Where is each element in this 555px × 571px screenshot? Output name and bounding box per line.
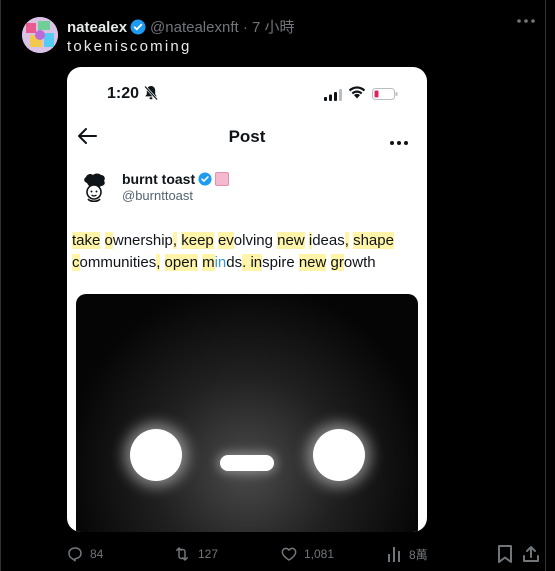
column-border-right (545, 0, 546, 571)
post-more-icon[interactable] (389, 133, 409, 151)
quoted-author-handle[interactable]: @burnttoast (122, 188, 193, 203)
reply-icon (66, 545, 84, 563)
tweet-text: tokeniscoming (67, 38, 192, 55)
post-text-segment: gr (330, 254, 344, 271)
post-text-segment: in (214, 254, 227, 271)
post-text-segment: take (72, 232, 101, 249)
views-button[interactable]: 8萬 (387, 545, 428, 563)
share-icon (522, 545, 540, 563)
author-name[interactable]: natealex (67, 19, 127, 36)
post-text-segment: shape (353, 232, 394, 249)
post-header-title: Post (228, 127, 266, 146)
glowing-eye-left (130, 429, 182, 481)
post-text-segment: new (277, 232, 305, 249)
views-count: 8萬 (409, 547, 428, 562)
wifi-icon (348, 85, 366, 104)
post-text-segment: open (164, 254, 198, 271)
post-text-segment: deas (312, 232, 345, 249)
signal-icon (324, 88, 342, 106)
post-text-segment (100, 232, 104, 249)
author-handle[interactable]: @natealexnft (150, 19, 239, 36)
repost-icon (172, 545, 192, 563)
post-text-segment: owth (343, 254, 376, 271)
verified-badge-icon (130, 19, 146, 39)
like-count: 1,081 (304, 547, 335, 561)
more-icon[interactable] (515, 14, 537, 28)
post-text-segment: wnership (112, 232, 173, 249)
views-icon (387, 545, 403, 563)
post-text-segment: m (202, 254, 215, 271)
author-avatar[interactable] (22, 17, 58, 53)
share-button[interactable] (522, 545, 540, 563)
post-text-segment: new (298, 254, 327, 271)
post-video[interactable] (76, 294, 418, 532)
post-text-segment: ds (226, 254, 243, 271)
tweet-timestamp[interactable]: 7 小時 (252, 19, 295, 36)
bookmark-icon (497, 545, 513, 563)
embedded-screenshot[interactable]: 1:20 Post burnt toast @burnttoast take o… (67, 67, 427, 532)
bookmark-button[interactable] (497, 545, 513, 563)
like-icon (280, 545, 298, 563)
post-text-segment (326, 254, 330, 271)
battery-icon (372, 87, 398, 105)
post-text-segment: spire (262, 254, 299, 271)
repost-count: 127 (198, 547, 219, 561)
post-text-segment: in (250, 254, 263, 271)
glowing-eye-right (313, 429, 365, 481)
reply-button[interactable]: 84 (66, 545, 103, 563)
verified-badge-icon (198, 172, 212, 189)
status-bar-time: 1:20 (107, 85, 140, 102)
post-text-segment: o (104, 232, 113, 249)
post-text-segment: ev (217, 232, 234, 249)
column-border-left (0, 0, 1, 571)
quoted-author-avatar[interactable] (81, 173, 109, 203)
post-text-segment: c (72, 254, 80, 271)
bell-off-icon (144, 85, 158, 106)
glowing-mouth (220, 455, 274, 471)
repost-button[interactable]: 127 (172, 545, 218, 563)
post-text-segment: keep (181, 232, 214, 249)
affiliate-badge-icon (215, 172, 230, 186)
reply-count: 84 (90, 547, 104, 561)
quoted-author-line: burnt toast (122, 171, 230, 189)
tweet-author-line: natealex @natealexnft · 7 小時 (67, 16, 295, 39)
post-text-segment: ommunities (79, 254, 157, 271)
quoted-author-name[interactable]: burnt toast (122, 171, 195, 187)
quoted-post-text: take ownership, keep evolving new ideas,… (72, 230, 417, 274)
post-text-segment (160, 254, 164, 271)
post-text-segment: olving (233, 232, 278, 249)
like-button[interactable]: 1,081 (280, 545, 334, 563)
